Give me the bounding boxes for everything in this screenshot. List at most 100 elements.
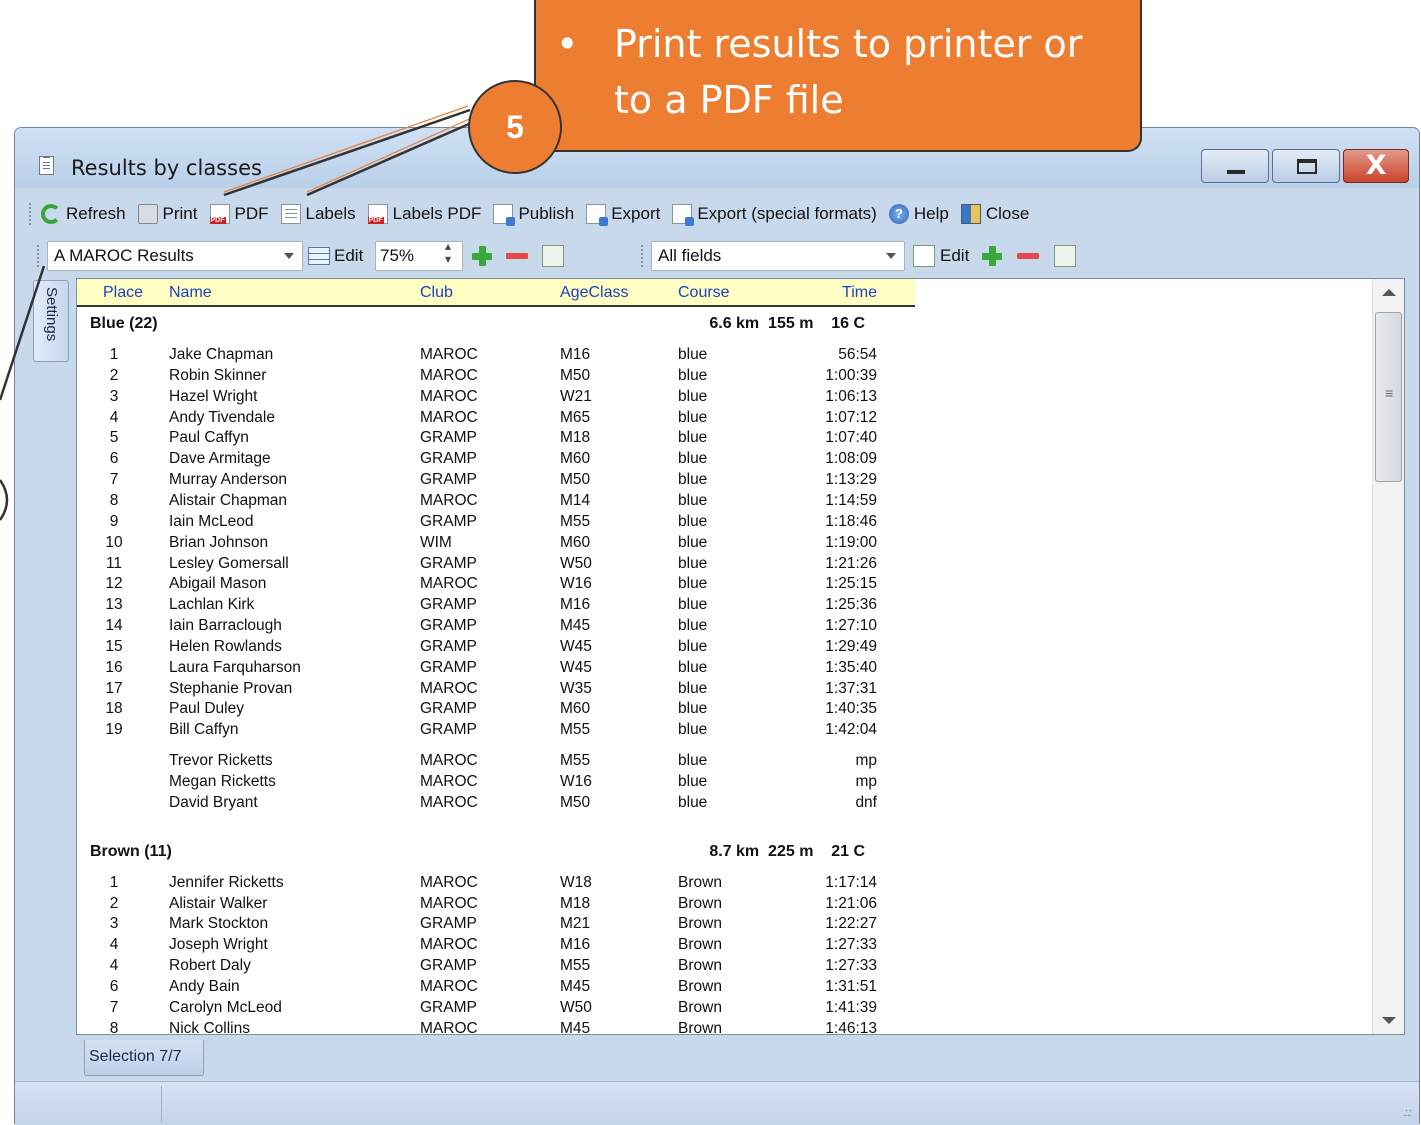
cell-time: 1:22:27 <box>825 915 877 933</box>
refresh-icon <box>41 204 61 224</box>
cell-ageclass: M50 <box>560 471 591 489</box>
badge-edge-left <box>0 479 9 521</box>
zoom-input[interactable]: 75% <box>375 239 463 271</box>
group-course-info: 6.6 km 155 m 16 C <box>709 315 865 332</box>
cell-club: MAROC <box>420 366 478 384</box>
resize-grip-icon[interactable]: .:.: <box>1403 1107 1412 1119</box>
result-row: 3 Hazel Wright MAROC W21 blue 1:06:13 <box>77 388 915 409</box>
cell-ageclass: M55 <box>560 512 591 530</box>
publish-button[interactable]: Publish <box>493 204 574 226</box>
cell-place: 7 <box>109 471 119 489</box>
help-button[interactable]: ? Help <box>888 204 949 224</box>
result-row: 7 Carolyn McLeod GRAMP W50 Brown 1:41:39 <box>77 999 915 1020</box>
fields-select[interactable]: All fields <box>651 241 905 271</box>
cell-club: GRAMP <box>420 554 477 572</box>
cell-club: MAROC <box>420 575 478 593</box>
cell-club: MAROC <box>420 873 478 891</box>
print-button[interactable]: Print <box>137 204 198 224</box>
cell-place: 19 <box>105 721 123 739</box>
close-window-button[interactable]: X <box>1343 149 1409 183</box>
labels-button[interactable]: Labels <box>280 204 356 224</box>
cell-place: 8 <box>109 491 119 509</box>
result-row: 16 Laura Farquharson GRAMP W45 blue 1:35:40 <box>77 659 915 680</box>
remove-field-button[interactable] <box>1017 242 1039 270</box>
status-separator <box>161 1086 162 1122</box>
sheet-icon <box>542 245 564 267</box>
settings-tab[interactable]: Settings <box>33 280 69 362</box>
help-icon: ? <box>888 204 909 224</box>
cell-ageclass: M16 <box>560 936 591 954</box>
cell-club: GRAMP <box>420 700 477 718</box>
refresh-button[interactable]: Refresh <box>41 204 126 224</box>
cell-ageclass: M55 <box>560 957 591 975</box>
cell-name: Alistair Chapman <box>169 491 288 509</box>
edit-fields-button[interactable]: Edit <box>913 242 969 270</box>
add-report-button[interactable] <box>471 242 493 270</box>
cell-club: MAROC <box>420 491 478 509</box>
toolbar-grip[interactable] <box>29 203 33 225</box>
edit-report-button[interactable]: Edit <box>308 242 363 270</box>
cell-time: 1:31:51 <box>825 977 877 995</box>
printer-icon <box>137 204 158 224</box>
toolbar2-grip[interactable] <box>37 245 41 267</box>
export-special-icon <box>672 204 695 226</box>
zoom-spinner-icon[interactable] <box>444 239 456 268</box>
cell-time: 1:07:40 <box>825 429 877 447</box>
edit-report-label: Edit <box>334 246 364 265</box>
cell-name: Laura Farquharson <box>169 658 301 676</box>
cell-ageclass: M60 <box>560 700 591 718</box>
selection-tab[interactable]: Selection 7/7 <box>84 1040 204 1076</box>
toolbar3-grip[interactable] <box>641 245 645 267</box>
cell-ageclass: M60 <box>560 533 591 551</box>
cell-ageclass: M21 <box>560 915 591 933</box>
export-special-button[interactable]: Export (special formats) <box>672 204 877 226</box>
minimize-button[interactable] <box>1201 149 1269 183</box>
scroll-thumb[interactable] <box>1375 312 1402 482</box>
cell-name: Lesley Gomersall <box>169 554 289 572</box>
cell-course: blue <box>678 721 708 739</box>
add-field-button[interactable] <box>981 242 1003 270</box>
close-button[interactable]: Close <box>960 204 1029 224</box>
vertical-scrollbar[interactable] <box>1372 279 1404 1034</box>
cell-place: 9 <box>109 512 119 530</box>
cell-ageclass: M45 <box>560 1019 591 1035</box>
scroll-up-icon[interactable] <box>1382 289 1396 296</box>
labels-pdf-button[interactable]: Labels PDF <box>367 204 481 224</box>
cell-place: 11 <box>105 554 123 572</box>
cell-ageclass: M65 <box>560 408 591 426</box>
cell-course: Brown <box>678 1019 722 1035</box>
exit-icon <box>960 204 981 224</box>
result-row: 6 Andy Bain MAROC M45 Brown 1:31:51 <box>77 978 915 999</box>
remove-report-button[interactable] <box>506 242 528 270</box>
cell-time: 1:00:39 <box>825 366 877 384</box>
col-ageclass: AgeClass <box>560 284 629 301</box>
minimize-icon <box>1227 170 1245 174</box>
cell-place: 12 <box>105 575 123 593</box>
result-row: 14 Iain Barraclough GRAMP M45 blue 1:27:10 <box>77 617 915 638</box>
cell-time: 1:29:49 <box>825 637 877 655</box>
callout-line-2: to a PDF file <box>614 78 844 122</box>
window-title: Results by classes <box>71 156 262 180</box>
cell-name: Nick Collins <box>169 1019 250 1035</box>
cell-time: 1:07:12 <box>825 408 877 426</box>
result-row: 4 Joseph Wright MAROC M16 Brown 1:27:33 <box>77 936 915 957</box>
export-button[interactable]: Export <box>586 204 660 226</box>
result-row: 12 Abigail Mason MAROC W16 blue 1:25:15 <box>77 575 915 596</box>
cell-time: 1:18:46 <box>825 512 877 530</box>
cell-time: 1:14:59 <box>825 491 877 509</box>
cell-place: 6 <box>109 450 119 468</box>
report-settings-button[interactable] <box>542 242 564 270</box>
cell-time: mp <box>855 752 877 770</box>
cell-name: Iain Barraclough <box>169 617 282 635</box>
field-settings-button[interactable] <box>1054 242 1076 270</box>
cell-club: MAROC <box>420 894 478 912</box>
cell-time: 1:27:33 <box>825 957 877 975</box>
cell-name: Alistair Walker <box>169 894 268 912</box>
maximize-button[interactable] <box>1272 149 1340 183</box>
report-select[interactable]: A MAROC Results <box>47 241 303 271</box>
result-row: 6 Dave Armitage GRAMP M60 blue 1:08:09 <box>77 450 915 471</box>
result-row: 10 Brian Johnson WIM M60 blue 1:19:00 <box>77 534 915 555</box>
pdf-button[interactable]: PDF <box>209 204 269 224</box>
scroll-down-icon[interactable] <box>1382 1017 1396 1024</box>
cell-place: 4 <box>109 936 119 954</box>
